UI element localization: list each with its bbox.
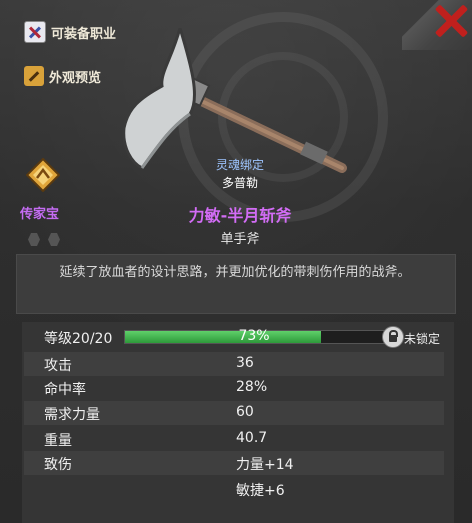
stat-row: 敏捷+6 (24, 477, 444, 501)
stat-row: 重量 40.7 (24, 427, 444, 451)
item-description: 延续了放血者的设计思路，并更加优化的带刺伤作用的战斧。 (59, 265, 411, 280)
item-name: 力敏-半月斩斧 (188, 206, 292, 225)
stat-value: 60 (236, 404, 254, 420)
equippable-classes-label: 可装备职业 (51, 26, 117, 42)
appearance-preview-button[interactable]: 外观预览 (24, 64, 101, 88)
stat-value: 36 (236, 355, 254, 371)
equippable-classes-button[interactable]: 可装备职业 (24, 20, 116, 44)
lock-icon[interactable] (382, 326, 404, 348)
stat-value: 力量+14 (236, 457, 294, 473)
item-type: 单手斧 (220, 232, 260, 247)
socket-gem (48, 233, 60, 246)
stat-value: 40.7 (236, 430, 268, 446)
appearance-preview-label: 外观预览 (49, 70, 102, 86)
stat-row: 攻击 36 (24, 352, 444, 376)
soulbound-label: 灵魂绑定 (215, 158, 264, 172)
stat-row: 致伤 力量+14 (24, 451, 444, 475)
lock-status: 未锁定 (404, 332, 441, 346)
stat-row: 需求力量 60 (24, 401, 444, 425)
level-value: 20/20 (72, 331, 113, 347)
stat-value: 敏捷+6 (236, 483, 285, 499)
hammer-icon (24, 66, 44, 86)
level-label: 等级20/20 (44, 331, 113, 347)
stat-value: 28% (236, 379, 268, 395)
rarity-label: 传家宝 (20, 207, 60, 222)
stat-row: 命中率 28% (24, 376, 444, 400)
close-button[interactable] (434, 4, 468, 38)
stat-label: 需求力量 (44, 407, 100, 423)
item-detail-panel: 可装备职业 外观预览 传家宝 灵魂绑定 多普勒 力敏-半月斩斧 单手斧 延续了放… (0, 0, 472, 523)
stat-label: 重量 (44, 433, 72, 449)
heirloom-badge-icon (26, 158, 60, 192)
stat-label: 致伤 (44, 457, 72, 473)
stat-label: 攻击 (44, 358, 72, 374)
owner-name: 多普勒 (221, 176, 258, 190)
stat-label: 命中率 (44, 382, 86, 398)
crossed-swords-icon (24, 21, 46, 43)
level-progress-text: 73% (238, 328, 270, 344)
socket-gem (28, 233, 40, 246)
